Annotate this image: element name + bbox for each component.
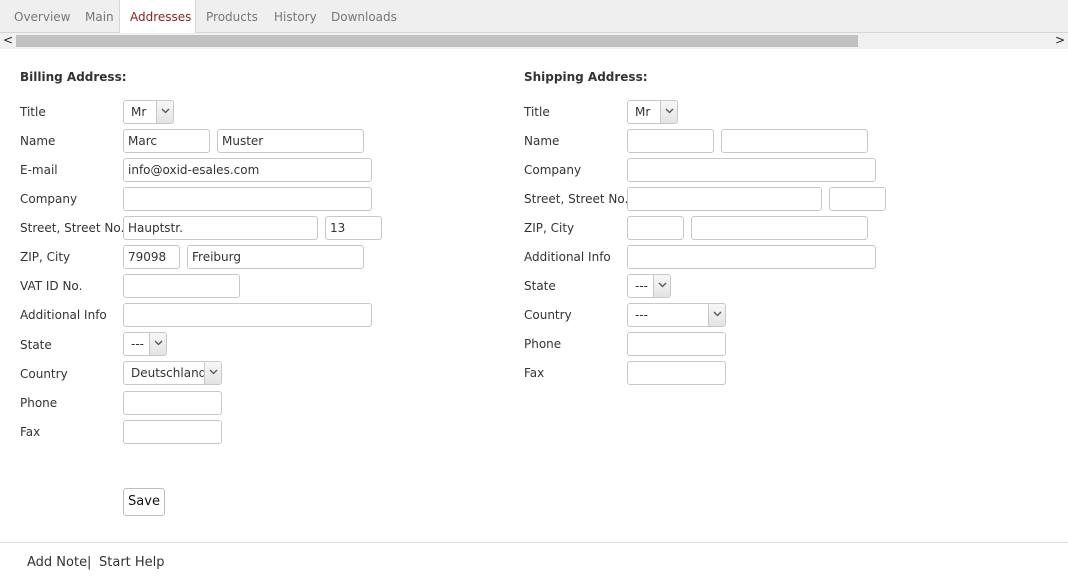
shipping-country-select[interactable]: --- <box>627 303 726 327</box>
chevron-down-icon <box>653 275 670 297</box>
shipping-title-value: Mr <box>635 105 651 119</box>
shipping-state-label: State <box>524 279 556 293</box>
billing-vat-input[interactable] <box>123 274 240 298</box>
billing-state-label: State <box>20 338 52 352</box>
billing-zip-input[interactable]: 79098 <box>123 245 180 269</box>
billing-title-value: Mr <box>131 105 147 119</box>
scroll-left-arrow-icon[interactable]: < <box>1 33 15 49</box>
billing-state-select[interactable]: --- <box>123 332 167 356</box>
shipping-street-label: Street, Street No. <box>524 192 629 206</box>
tab-downloads[interactable]: Downloads <box>331 0 397 33</box>
billing-country-select[interactable]: Deutschland <box>123 361 222 385</box>
shipping-title-select[interactable]: Mr <box>627 100 678 124</box>
billing-country-label: Country <box>20 367 68 381</box>
tab-overview[interactable]: Overview <box>14 0 71 33</box>
shipping-phone-label: Phone <box>524 337 562 351</box>
shipping-title-label: Title <box>524 105 550 119</box>
tab-bar: Overview Main Addresses Products History… <box>0 0 1068 34</box>
billing-heading: Billing Address: <box>20 70 127 84</box>
shipping-state-select[interactable]: --- <box>627 274 671 298</box>
shipping-additional-input[interactable] <box>627 245 876 269</box>
shipping-first-name-input[interactable] <box>627 129 714 153</box>
billing-vat-label: VAT ID No. <box>20 279 83 293</box>
billing-additional-label: Additional Info <box>20 308 107 322</box>
billing-company-input[interactable] <box>123 187 372 211</box>
save-button[interactable]: Save <box>123 488 165 516</box>
shipping-fax-label: Fax <box>524 366 545 380</box>
chevron-down-icon <box>708 304 725 326</box>
billing-title-select[interactable]: Mr <box>123 100 174 124</box>
billing-street-label: Street, Street No. <box>20 221 125 235</box>
shipping-street-no-input[interactable] <box>829 187 886 211</box>
billing-company-label: Company <box>20 192 78 206</box>
shipping-country-value: --- <box>635 308 648 322</box>
billing-state-value: --- <box>131 337 144 351</box>
tab-main[interactable]: Main <box>85 0 114 33</box>
shipping-city-input[interactable] <box>691 216 868 240</box>
shipping-phone-input[interactable] <box>627 332 726 356</box>
billing-country-value: Deutschland <box>131 366 207 380</box>
horizontal-scrollbar[interactable]: < > <box>0 33 1068 49</box>
shipping-name-label: Name <box>524 134 560 148</box>
chevron-down-icon <box>149 333 166 355</box>
billing-email-label: E-mail <box>20 163 58 177</box>
shipping-zip-city-label: ZIP, City <box>524 221 575 235</box>
billing-last-name-input[interactable]: Muster <box>217 129 364 153</box>
billing-street-input[interactable]: Hauptstr. <box>123 216 318 240</box>
billing-additional-input[interactable] <box>123 303 372 327</box>
tab-history[interactable]: History <box>274 0 317 33</box>
scroll-right-arrow-icon[interactable]: > <box>1053 33 1067 49</box>
billing-name-label: Name <box>20 134 56 148</box>
shipping-zip-input[interactable] <box>627 216 684 240</box>
billing-zip-city-label: ZIP, City <box>20 250 71 264</box>
chevron-down-icon <box>660 101 677 123</box>
shipping-fax-input[interactable] <box>627 361 726 385</box>
shipping-company-label: Company <box>524 163 582 177</box>
chevron-down-icon <box>204 362 221 384</box>
billing-fax-input[interactable] <box>123 420 222 444</box>
shipping-additional-label: Additional Info <box>524 250 611 264</box>
tab-addresses[interactable]: Addresses <box>119 0 196 34</box>
footer-separator: | <box>87 555 92 570</box>
billing-phone-input[interactable] <box>123 391 222 415</box>
billing-street-no-input[interactable]: 13 <box>325 216 382 240</box>
billing-first-name-input[interactable]: Marc <box>123 129 210 153</box>
billing-title-label: Title <box>20 105 46 119</box>
billing-email-input[interactable]: info@oxid-esales.com <box>123 158 372 182</box>
add-note-link[interactable]: Add Note <box>27 555 87 570</box>
shipping-state-value: --- <box>635 279 648 293</box>
tab-products[interactable]: Products <box>206 0 258 33</box>
shipping-street-input[interactable] <box>627 187 822 211</box>
scrollbar-thumb[interactable] <box>16 35 858 47</box>
billing-fax-label: Fax <box>20 425 41 439</box>
chevron-down-icon <box>156 101 173 123</box>
shipping-last-name-input[interactable] <box>721 129 868 153</box>
billing-phone-label: Phone <box>20 396 58 410</box>
shipping-heading: Shipping Address: <box>524 70 648 84</box>
footer: Add Note | Start Help <box>0 542 1068 581</box>
billing-city-input[interactable]: Freiburg <box>187 245 364 269</box>
shipping-company-input[interactable] <box>627 158 876 182</box>
start-help-link[interactable]: Start Help <box>99 555 165 570</box>
shipping-country-label: Country <box>524 308 572 322</box>
